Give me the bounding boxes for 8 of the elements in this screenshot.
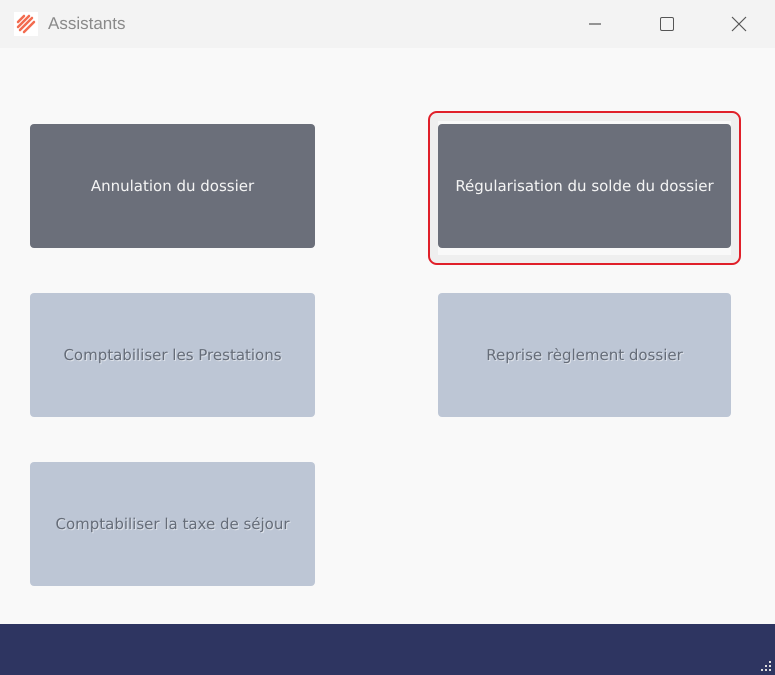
minimize-icon [589,23,601,25]
app-logo-icon [14,12,38,36]
action-button[interactable]: Régularisation du solde du dossier [438,124,731,248]
action-button[interactable]: Annulation du dossier [30,124,315,248]
maximize-icon [659,16,675,32]
window-title: Assistants [48,14,126,34]
close-icon [730,15,748,33]
resize-grip-icon[interactable] [760,660,772,672]
